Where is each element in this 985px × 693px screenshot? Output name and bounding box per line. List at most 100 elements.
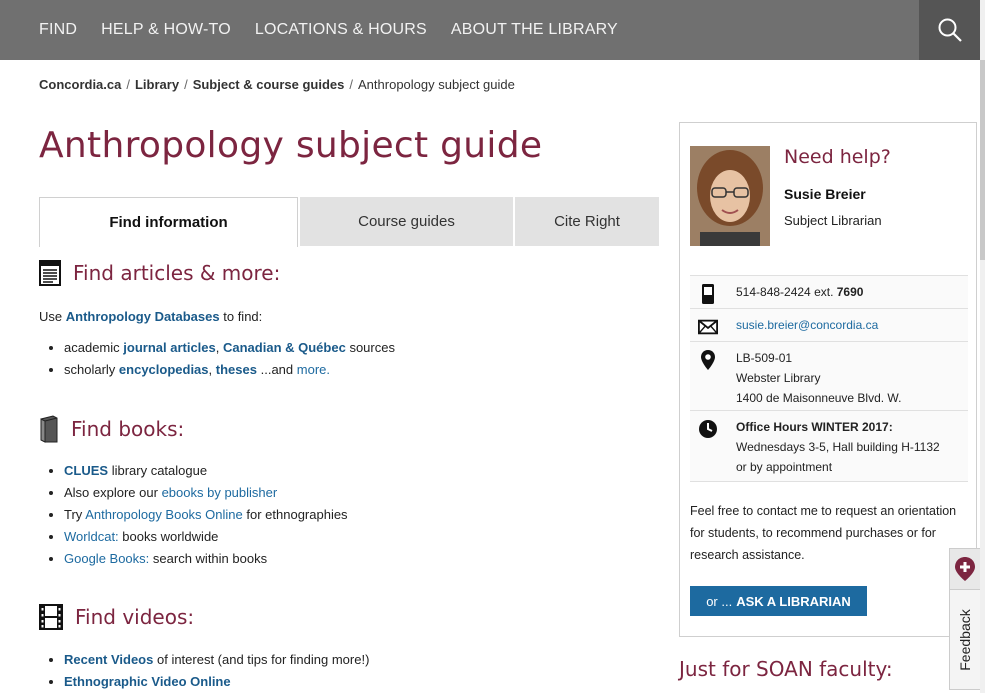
list-item: Try Anthropology Books Online for ethnog… xyxy=(64,504,348,526)
feedback-plus-button[interactable] xyxy=(949,548,981,590)
librarian-role: Subject Librarian xyxy=(784,213,882,228)
tab-cite-right[interactable]: Cite Right xyxy=(515,197,659,246)
theses-link[interactable]: theses xyxy=(216,362,257,377)
list-item: academic journal articles, Canadian & Qu… xyxy=(64,337,395,359)
phone-text: 514-848-2424 ext. 7690 xyxy=(736,282,863,302)
videos-heading: Find videos: xyxy=(75,605,195,629)
soan-faculty-heading: Just for SOAN faculty: xyxy=(679,657,893,681)
email-link[interactable]: susie.breier@concordia.ca xyxy=(736,318,878,332)
phone-icon xyxy=(698,284,718,304)
list-item: Google Books: search within books xyxy=(64,548,348,570)
videos-section-header: Find videos: xyxy=(39,604,194,630)
book-icon xyxy=(40,415,58,443)
more-link[interactable]: more. xyxy=(297,362,330,377)
phone-row: 514-848-2424 ext. 7690 xyxy=(690,275,968,309)
tab-course-guides[interactable]: Course guides xyxy=(300,197,513,246)
nav-find[interactable]: FIND xyxy=(39,21,77,39)
office-hours-text: Office Hours WINTER 2017: Wednesdays 3-5… xyxy=(736,417,940,477)
breadcrumb-concordia[interactable]: Concordia.ca xyxy=(39,77,121,92)
encyclopedias-link[interactable]: encyclopedias xyxy=(119,362,209,377)
page-title: Anthropology subject guide xyxy=(39,125,543,166)
item-text: Try xyxy=(64,507,83,522)
feedback-label: Feedback xyxy=(957,608,973,671)
tab-find-information[interactable]: Find information xyxy=(39,197,298,247)
item-text: , xyxy=(215,340,220,355)
search-button[interactable] xyxy=(919,0,980,60)
intro-text: Use xyxy=(39,309,63,324)
breadcrumb-current: Anthropology subject guide xyxy=(358,77,515,92)
breadcrumb-separator: / xyxy=(184,77,188,92)
feedback-widget: Feedback xyxy=(949,548,981,690)
item-text: scholarly xyxy=(64,362,116,377)
item-text: , xyxy=(208,362,213,377)
articles-intro: Use Anthropology Databases to find: xyxy=(39,309,262,324)
list-item: Worldcat: books worldwide xyxy=(64,526,348,548)
item-text: sources xyxy=(349,340,395,355)
breadcrumb: Concordia.ca / Library / Subject & course gu… xyxy=(39,77,515,92)
scrollbar-thumb[interactable] xyxy=(980,60,985,260)
nav-locations-hours[interactable]: LOCATIONS & HOURS xyxy=(255,21,427,39)
librarian-name: Susie Breier xyxy=(784,186,866,202)
item-text: of interest (and tips for finding more!) xyxy=(156,652,370,667)
librarian-portrait-icon xyxy=(690,146,770,246)
guide-tabs: Find information Course guides Cite Righ… xyxy=(39,197,659,247)
help-description: Feel free to contact me to request an or… xyxy=(690,504,957,562)
ebooks-by-publisher-link[interactable]: ebooks by publisher xyxy=(162,485,278,500)
address-row: LB-509-01 Webster Library 1400 de Maison… xyxy=(690,341,968,411)
articles-list: academic journal articles, Canadian & Qu… xyxy=(39,337,395,381)
item-text: for ethnographies xyxy=(246,507,348,522)
list-item: scholarly encyclopedias, theses ...and m… xyxy=(64,359,395,381)
librarian-contact-box: Need help? Susie Breier Subject Libraria… xyxy=(679,122,977,637)
feedback-tab[interactable]: Feedback xyxy=(949,590,981,690)
item-text: library catalogue xyxy=(111,463,208,478)
recent-videos-link[interactable]: Recent Videos xyxy=(64,652,153,667)
office-hours-row: Office Hours WINTER 2017: Wednesdays 3-5… xyxy=(690,410,968,482)
need-help-heading: Need help? xyxy=(784,146,891,168)
newspaper-icon xyxy=(39,260,61,286)
office-hours-line: Wednesdays 3-5, Hall building H-1132 xyxy=(736,440,940,454)
list-item: Also explore our ebooks by publisher xyxy=(64,482,348,504)
item-text: Also explore our xyxy=(64,485,158,500)
address-street: 1400 de Maisonneuve Blvd. W. xyxy=(736,391,902,405)
item-text: ...and xyxy=(260,362,294,377)
librarian-photo xyxy=(690,146,770,246)
phone-number: 514-848-2424 ext. xyxy=(736,285,834,299)
books-list: CLUES library catalogue Also explore our… xyxy=(39,460,348,570)
item-text: search within books xyxy=(152,551,268,566)
ask-label: ASK A LIBRARIAN xyxy=(736,593,851,609)
anthropology-books-online-link[interactable]: Anthropology Books Online xyxy=(85,507,243,522)
breadcrumb-library[interactable]: Library xyxy=(135,77,179,92)
nav-about-library[interactable]: ABOUT THE LIBRARY xyxy=(451,21,618,39)
canadian-quebec-link[interactable]: Canadian & Québec xyxy=(223,340,346,355)
office-hours-title: Office Hours WINTER 2017: xyxy=(736,420,893,434)
email-row: susie.breier@concordia.ca xyxy=(690,308,968,342)
top-navigation: FIND HELP & HOW-TO LOCATIONS & HOURS ABO… xyxy=(0,0,985,60)
ethnographic-video-online-link[interactable]: Ethnographic Video Online xyxy=(64,674,231,689)
film-icon xyxy=(39,604,63,630)
google-books-link[interactable]: Google Books: xyxy=(64,551,149,566)
articles-section-header: Find articles & more: xyxy=(39,260,280,286)
nav-help-how-to[interactable]: HELP & HOW-TO xyxy=(101,21,231,39)
list-item: Recent Videos of interest (and tips for … xyxy=(64,649,369,671)
videos-list: Recent Videos of interest (and tips for … xyxy=(39,649,369,693)
books-section-header: Find books: xyxy=(39,415,184,443)
breadcrumb-separator: / xyxy=(126,77,130,92)
envelope-icon xyxy=(698,317,718,337)
ask-a-librarian-button[interactable]: or ... ASK A LIBRARIAN xyxy=(690,586,867,616)
breadcrumb-subject-guides[interactable]: Subject & course guides xyxy=(193,77,345,92)
breadcrumb-separator: / xyxy=(349,77,354,92)
list-item: Ethnographic Video Online xyxy=(64,671,369,693)
item-text: academic xyxy=(64,340,120,355)
articles-heading: Find articles & more: xyxy=(73,261,281,285)
worldcat-link[interactable]: Worldcat: xyxy=(64,529,119,544)
clues-link[interactable]: CLUES xyxy=(64,463,108,478)
phone-extension: 7690 xyxy=(836,285,864,299)
plus-pin-icon xyxy=(955,557,975,581)
office-hours-line: or by appointment xyxy=(736,460,833,474)
ask-prefix: or ... xyxy=(706,593,733,609)
address-building: Webster Library xyxy=(736,371,821,385)
journal-articles-link[interactable]: journal articles xyxy=(123,340,215,355)
list-item: CLUES library catalogue xyxy=(64,460,348,482)
email-text: susie.breier@concordia.ca xyxy=(736,315,878,335)
anthropology-databases-link[interactable]: Anthropology Databases xyxy=(66,309,220,324)
